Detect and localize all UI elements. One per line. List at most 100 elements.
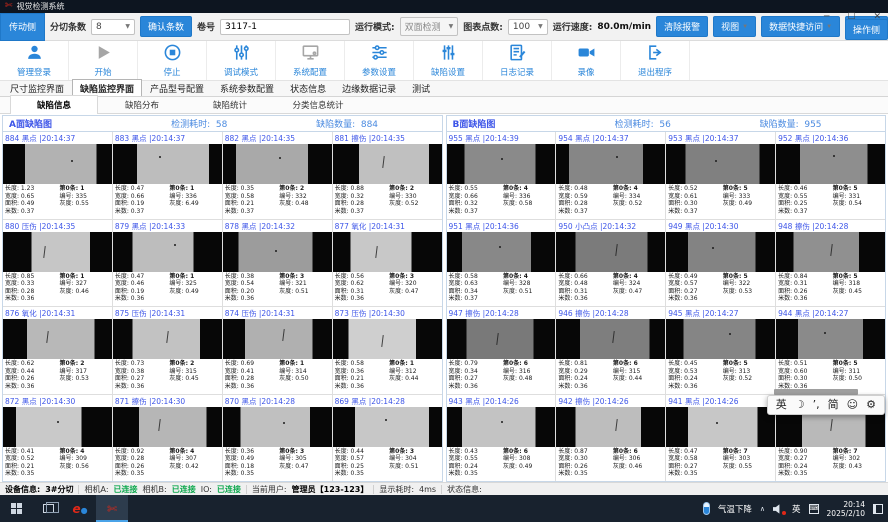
sub-tab-1[interactable]: 缺陷分布: [98, 96, 186, 114]
action-button-exit[interactable]: 退出程序: [621, 41, 690, 80]
defect-info-field: 第0条: 6: [503, 448, 553, 456]
drive-side-button[interactable]: 传动侧: [0, 13, 45, 41]
action-button-log[interactable]: 日志记录: [483, 41, 552, 80]
main-tab-5[interactable]: 边缘数据记录: [334, 79, 404, 96]
defect-info-field: 宽度: 0.33: [5, 280, 60, 288]
defect-info-field: 长度: 0.87: [558, 448, 613, 456]
defect-cell-947[interactable]: 947 擦伤 |20:14:28长度: 0.79宽度: 0.34面积: 0.27…: [447, 307, 556, 394]
defect-cell-883[interactable]: 883 黑点 |20:14:37长度: 0.47宽度: 0.66面积: 0.19…: [113, 132, 222, 219]
defect-cell-878[interactable]: 878 黑点 |20:14:32长度: 0.38宽度: 0.54面积: 0.20…: [223, 220, 332, 307]
action-button-play[interactable]: 开始: [69, 41, 138, 80]
defect-cell-875[interactable]: 875 压伤 |20:14:31长度: 0.73宽度: 0.38面积: 0.27…: [113, 307, 222, 394]
windows-start-button[interactable]: [0, 495, 32, 522]
defect-cell-949[interactable]: 949 黑点 |20:14:30长度: 0.49宽度: 0.57面积: 0.27…: [666, 220, 775, 307]
main-tab-1[interactable]: 缺陷监控界面: [72, 79, 142, 96]
defect-info-left: 长度: 0.44宽度: 0.57面积: 0.25米数: 0.35: [335, 448, 390, 481]
defect-info-field: 米数: 0.36: [449, 383, 504, 391]
confirm-strips-button[interactable]: 确认条数: [140, 16, 192, 37]
run-mode-select[interactable]: 双面检测 ▼: [400, 17, 459, 36]
main-tab-3[interactable]: 系统参数配置: [212, 79, 282, 96]
defect-cell-953[interactable]: 953 黑点 |20:14:37长度: 0.52宽度: 0.61面积: 0.30…: [666, 132, 775, 219]
defect-cell-871[interactable]: 871 擦伤 |20:14:30长度: 0.92宽度: 0.28面积: 0.26…: [113, 395, 222, 482]
defect-cell-872[interactable]: 872 黑点 |20:14:30长度: 0.41宽度: 0.52面积: 0.21…: [3, 395, 112, 482]
defect-cell-948[interactable]: 948 擦伤 |20:14:28长度: 0.84宽度: 0.31面积: 0.26…: [776, 220, 885, 307]
roll-number-input[interactable]: [220, 19, 350, 35]
defect-info-field: 第0条: 5: [723, 360, 773, 368]
defect-info-right: 第0条: 7编号: 303灰度: 0.55: [723, 448, 773, 481]
defect-info: 长度: 0.56宽度: 0.62面积: 0.31米数: 0.36第0条: 3编号…: [333, 272, 442, 307]
main-tab-4[interactable]: 状态信息: [282, 79, 334, 96]
task-view-button[interactable]: [32, 495, 64, 522]
defect-cell-882[interactable]: 882 黑点 |20:14:35长度: 0.35宽度: 0.58面积: 0.21…: [223, 132, 332, 219]
defect-cell-880[interactable]: 880 压伤 |20:14:35长度: 0.85宽度: 0.33面积: 0.28…: [3, 220, 112, 307]
defect-cell-884[interactable]: 884 黑点 |20:14:37长度: 1.23宽度: 0.65面积: 0.49…: [3, 132, 112, 219]
defect-image: [556, 319, 665, 359]
action-button-user[interactable]: 管理登录: [0, 41, 69, 80]
defect-cell-954[interactable]: 954 黑点 |20:14:37长度: 0.48宽度: 0.59面积: 0.28…: [556, 132, 665, 219]
status-info-label: 状态信息:: [447, 484, 482, 495]
action-button-camera[interactable]: 录像: [552, 41, 621, 80]
ime-emoji-icon[interactable]: ☺: [847, 396, 858, 414]
defect-cell-879[interactable]: 879 黑点 |20:14:33长度: 0.47宽度: 0.46面积: 0.19…: [113, 220, 222, 307]
defect-cell-955[interactable]: 955 黑点 |20:14:39长度: 0.55宽度: 0.66面积: 0.32…: [447, 132, 556, 219]
action-button-defect-sliders[interactable]: 缺陷设置: [414, 41, 483, 80]
minimize-button[interactable]: ─: [821, 12, 832, 22]
sub-tab-3[interactable]: 分类信息统计: [274, 96, 362, 114]
defect-info-left: 长度: 0.45宽度: 0.53面积: 0.24米数: 0.36: [668, 360, 723, 393]
ime-simplified-toggle[interactable]: 简: [828, 396, 839, 414]
taskbar-clock[interactable]: 20:14 2025/2/10: [827, 500, 865, 518]
defect-info-field: 编号: 309: [60, 455, 110, 463]
defect-cell-877[interactable]: 877 氧化 |20:14:31长度: 0.56宽度: 0.62面积: 0.31…: [333, 220, 442, 307]
action-button-stop[interactable]: 停止: [138, 41, 207, 80]
ime-settings-gear-icon[interactable]: ⚙: [866, 396, 876, 414]
action-button-monitor[interactable]: 系统配置: [276, 41, 345, 80]
defect-cell-869[interactable]: 869 黑点 |20:14:28长度: 0.44宽度: 0.57面积: 0.25…: [333, 395, 442, 482]
defect-info-field: 长度: 1.23: [5, 185, 60, 193]
defect-cell-946[interactable]: 946 擦伤 |20:14:28长度: 0.81宽度: 0.29面积: 0.24…: [556, 307, 665, 394]
action-button-debug-sliders[interactable]: 调试模式: [207, 41, 276, 80]
defect-cell-870[interactable]: 870 黑点 |20:14:28长度: 0.36宽度: 0.49面积: 0.18…: [223, 395, 332, 482]
defect-mark: [715, 160, 717, 162]
action-center-icon[interactable]: [873, 504, 883, 514]
action-button-params-sliders[interactable]: 参数设置: [345, 41, 414, 80]
ime-lang-toggle[interactable]: 英: [776, 396, 787, 414]
weather-text[interactable]: 气温下降: [718, 503, 752, 515]
detection-app-taskbar-button[interactable]: ✄: [96, 495, 128, 522]
defect-cell-881[interactable]: 881 擦伤 |20:14:35长度: 0.88宽度: 0.32面积: 0.28…: [333, 132, 442, 219]
defect-info-field: 长度: 0.47: [115, 185, 170, 193]
action-button-label: 录像: [577, 66, 594, 78]
defect-grid-b: 955 黑点 |20:14:39长度: 0.55宽度: 0.66面积: 0.32…: [447, 132, 886, 481]
ime-moon-icon[interactable]: ☽: [795, 396, 805, 414]
sub-tab-0[interactable]: 缺陷信息: [10, 95, 98, 115]
clear-alarm-button[interactable]: 清除报警: [656, 16, 708, 37]
defect-cell-876[interactable]: 876 氧化 |20:14:31长度: 0.62宽度: 0.44面积: 0.26…: [3, 307, 112, 394]
defect-cell-944[interactable]: 944 黑点 |20:14:27长度: 0.51宽度: 0.60面积: 0.30…: [776, 307, 885, 394]
strip-count-select[interactable]: 8 ▼: [91, 19, 135, 35]
volume-icon[interactable]: [773, 504, 784, 514]
divider: [441, 485, 442, 494]
defect-info-field: 第0条: 4: [503, 273, 553, 281]
defect-cell-950[interactable]: 950 小凸点 |20:14:32长度: 0.66宽度: 0.48面积: 0.3…: [556, 220, 665, 307]
defect-info-field: 宽度: 0.27: [778, 455, 833, 463]
view-menu-button[interactable]: 视图▼: [713, 16, 756, 37]
tray-expand-icon[interactable]: ∧: [760, 505, 765, 513]
defect-cell-952[interactable]: 952 黑点 |20:14:36长度: 0.46宽度: 0.55面积: 0.25…: [776, 132, 885, 219]
defect-cell-945[interactable]: 945 黑点 |20:14:27长度: 0.45宽度: 0.53面积: 0.24…: [666, 307, 775, 394]
operator-side-button[interactable]: 操作侧: [845, 19, 888, 40]
ime-punctuation-toggle[interactable]: ’,: [813, 396, 820, 414]
defect-cell-941[interactable]: 941 黑点 |20:14:26长度: 0.47宽度: 0.58面积: 0.27…: [666, 395, 775, 482]
defect-cell-943[interactable]: 943 黑点 |20:14:26长度: 0.43宽度: 0.55面积: 0.24…: [447, 395, 556, 482]
main-tab-6[interactable]: 测试: [404, 79, 438, 96]
ime-language-indicator[interactable]: 英: [792, 503, 801, 515]
defect-cell-header: 880 压伤 |20:14:35: [3, 220, 112, 232]
main-tab-0[interactable]: 尺寸监控界面: [2, 79, 72, 96]
sub-tab-2[interactable]: 缺陷统计: [186, 96, 274, 114]
chart-points-select[interactable]: 100 ▼: [508, 19, 548, 35]
pinned-app-button[interactable]: e●: [64, 495, 96, 522]
main-tab-2[interactable]: 产品型号配置: [142, 79, 212, 96]
defect-cell-942[interactable]: 942 擦伤 |20:14:26长度: 0.87宽度: 0.30面积: 0.26…: [556, 395, 665, 482]
defect-cell-951[interactable]: 951 黑点 |20:14:36长度: 0.58宽度: 0.63面积: 0.34…: [447, 220, 556, 307]
defect-cell-873[interactable]: 873 压伤 |20:14:30长度: 0.58宽度: 0.36面积: 0.21…: [333, 307, 442, 394]
ime-keyboard-icon[interactable]: ⌨: [809, 504, 819, 514]
defect-cell-874[interactable]: 874 压伤 |20:14:31长度: 0.69宽度: 0.41面积: 0.28…: [223, 307, 332, 394]
